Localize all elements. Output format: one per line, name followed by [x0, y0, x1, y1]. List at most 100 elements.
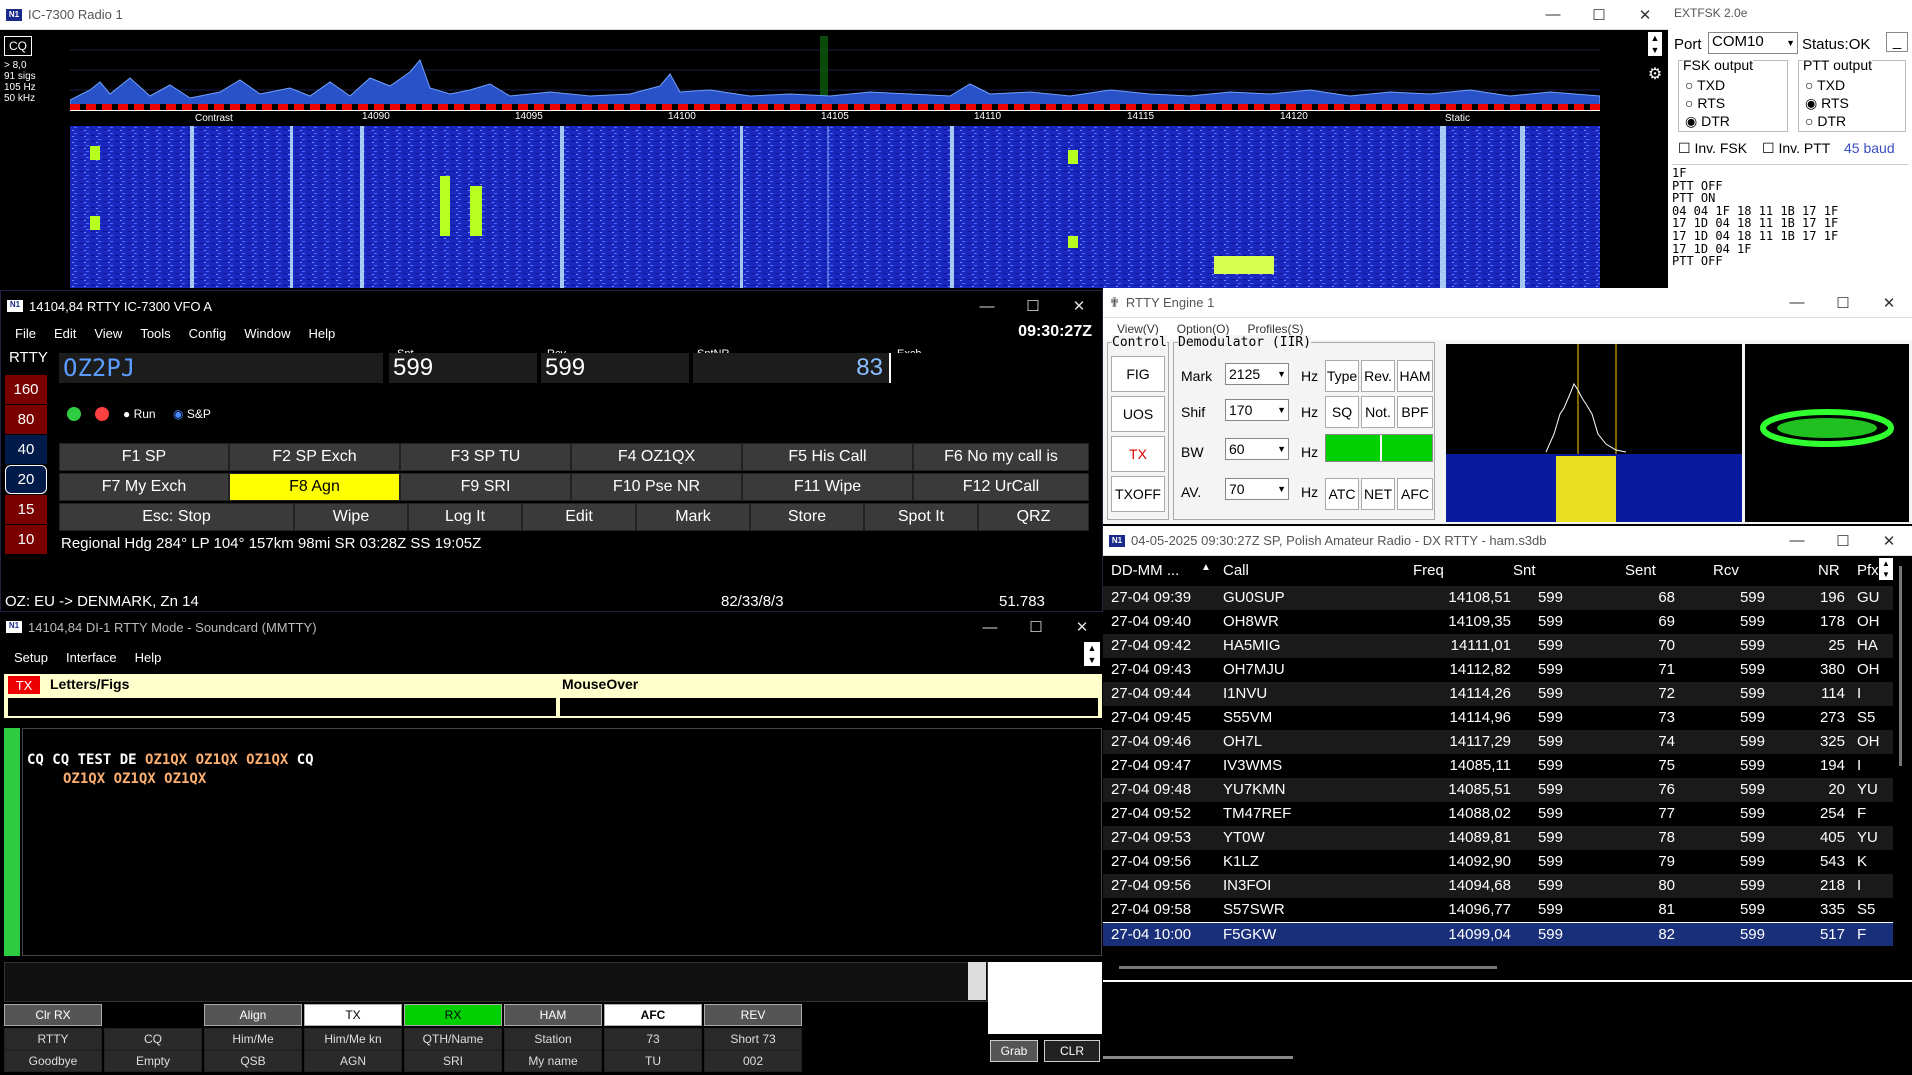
table-row[interactable]: 27-04 09:52 TM47REF 14088,02 599 77 599 254 F — [1103, 802, 1893, 826]
table-scroll-arrows[interactable]: ▲ ▼ — [1879, 558, 1893, 580]
spectrum-scroll-arrows[interactable]: ▲ ▼ — [1648, 32, 1662, 56]
afc-button[interactable]: AFC — [1397, 478, 1433, 510]
menu-config[interactable]: Config — [189, 326, 227, 341]
macro-clr-rx-button[interactable]: Clr RX — [4, 1004, 102, 1026]
bpf-button[interactable]: BPF — [1397, 396, 1433, 428]
macro-tu-button[interactable]: TU — [604, 1050, 702, 1072]
sq-button[interactable]: SQ — [1325, 396, 1359, 428]
header-rcv[interactable]: Rcv — [1713, 562, 1739, 579]
macro-my-name-button[interactable]: My name — [504, 1050, 602, 1072]
close-icon[interactable]: ✕ — [1866, 532, 1912, 550]
minimize-icon[interactable]: — — [964, 298, 1010, 315]
mark-button[interactable]: Mark — [636, 503, 750, 531]
bottom-scrollbar[interactable] — [1103, 1056, 1293, 1059]
exch-input[interactable] — [895, 353, 1091, 383]
fig-button[interactable]: FIG — [1111, 356, 1165, 392]
header-date[interactable]: DD-MM ... — [1111, 562, 1179, 579]
macro-short-73-button[interactable]: Short 73 — [704, 1028, 802, 1050]
macro-qsb-button[interactable]: QSB — [204, 1050, 302, 1072]
menu-tools[interactable]: Tools — [140, 326, 170, 341]
horizontal-scrollbar[interactable] — [1119, 966, 1497, 969]
menu-help[interactable]: Help — [309, 326, 336, 341]
f8-button[interactable]: F8 Agn — [229, 473, 400, 501]
macro-cq-button[interactable]: CQ — [104, 1028, 202, 1050]
f4-button[interactable]: F4 OZ1QX — [571, 443, 742, 471]
macro-tx-button[interactable]: TX — [304, 1004, 402, 1026]
rx-text-area[interactable]: CQ CQ TEST DE OZ1QX OZ1QX OZ1QX CQ OZ1QX… — [22, 728, 1102, 956]
menu-file[interactable]: File — [15, 326, 36, 341]
fsk-dtr-radio[interactable]: ◉ DTR — [1685, 113, 1730, 130]
log-it-button[interactable]: Log It — [408, 503, 522, 531]
net-button[interactable]: NET — [1361, 478, 1395, 510]
rcv-input[interactable]: 599 — [541, 353, 689, 383]
menu-view[interactable]: View(V) — [1117, 322, 1159, 336]
type-button[interactable]: Type — [1325, 360, 1359, 392]
scroll-arrows[interactable]: ▲ ▼ — [1084, 642, 1100, 666]
shift-select[interactable]: 170 ▼ — [1225, 399, 1289, 421]
header-snt[interactable]: Snt — [1513, 562, 1536, 579]
table-row[interactable]: 27-04 09:43 OH7MJU 14112,82 599 71 599 380 OH — [1103, 658, 1893, 682]
maximize-icon[interactable]: ☐ — [1820, 532, 1866, 550]
table-row[interactable]: 27-04 09:58 S57SWR 14096,77 599 81 599 335 S5 — [1103, 898, 1893, 922]
spectrum-display[interactable]: CQ > 8,0 91 sigs 105 Hz 50 kHz 14090 14095 … — [0, 30, 1668, 126]
header-sent[interactable]: Sent — [1625, 562, 1656, 579]
table-row[interactable]: 27-04 09:56 IN3FOI 14094,68 599 80 599 218 I — [1103, 874, 1893, 898]
f10-button[interactable]: F10 Pse NR — [571, 473, 742, 501]
minimize-icon[interactable]: — — [1774, 294, 1820, 311]
band-40-button[interactable]: 40 — [5, 435, 47, 464]
table-row[interactable]: 27-04 09:40 OH8WR 14109,35 599 69 599 178 OH — [1103, 610, 1893, 634]
grab-button[interactable]: Grab — [990, 1040, 1038, 1062]
sntnr-input[interactable]: 83 — [693, 353, 891, 383]
spot-it-button[interactable]: Spot It — [864, 503, 978, 531]
f2-button[interactable]: F2 SP Exch — [229, 443, 400, 471]
rev-button[interactable]: Rev. — [1361, 360, 1395, 392]
band-80-button[interactable]: 80 — [5, 405, 47, 434]
ptt-txd-radio[interactable]: ○ TXD — [1805, 77, 1845, 93]
table-row[interactable]: 27-04 09:46 OH7L 14117,29 599 74 599 325 OH — [1103, 730, 1893, 754]
maximize-icon[interactable]: ☐ — [1576, 6, 1622, 24]
menu-help[interactable]: Help — [135, 650, 162, 665]
f5-button[interactable]: F5 His Call — [742, 443, 913, 471]
macro-afc-button[interactable]: AFC — [604, 1004, 702, 1026]
edit-button[interactable]: Edit — [522, 503, 636, 531]
uos-button[interactable]: UOS — [1111, 396, 1165, 432]
table-row[interactable]: 27-04 09:39 GU0SUP 14108,51 599 68 599 196 GU — [1103, 586, 1893, 610]
atc-button[interactable]: ATC — [1325, 478, 1359, 510]
sp-radio[interactable]: ◉ S&P — [173, 407, 211, 421]
tx-scrollbar[interactable] — [968, 962, 986, 1000]
minimize-icon[interactable]: — — [1774, 532, 1820, 549]
header-pfx[interactable]: Pfx — [1857, 562, 1879, 579]
snt-input[interactable]: 599 — [389, 353, 537, 383]
wipe-button[interactable]: Wipe — [294, 503, 408, 531]
band-20-button[interactable]: 20 — [5, 465, 47, 494]
ptt-rts-radio[interactable]: ◉ RTS — [1805, 95, 1849, 112]
fsk-rts-radio[interactable]: ○ RTS — [1685, 95, 1725, 111]
callsign-input[interactable]: OZ2PJ — [59, 353, 383, 383]
store-button[interactable]: Store — [750, 503, 864, 531]
macro-align-button[interactable]: Align — [204, 1004, 302, 1026]
gear-icon[interactable]: ⚙ — [1644, 64, 1666, 86]
av-select[interactable]: 70 ▼ — [1225, 478, 1289, 500]
maximize-icon[interactable]: ☐ — [1010, 297, 1056, 315]
menu-option[interactable]: Option(O) — [1177, 322, 1230, 336]
ham-button[interactable]: HAM — [1397, 360, 1433, 392]
macro-agn-button[interactable]: AGN — [304, 1050, 402, 1072]
minimize-button[interactable]: _ — [1886, 32, 1908, 52]
bw-select[interactable]: 60 ▼ — [1225, 438, 1289, 460]
waterfall-display[interactable] — [0, 126, 1668, 288]
minimize-icon[interactable]: — — [967, 619, 1013, 636]
header-freq[interactable]: Freq — [1413, 562, 1444, 579]
letters-figs-field[interactable] — [8, 698, 556, 716]
table-row[interactable]: 27-04 09:42 HA5MIG 14111,01 599 70 599 25 HA — [1103, 634, 1893, 658]
menu-setup[interactable]: Setup — [14, 650, 48, 665]
macro-qth-name-button[interactable]: QTH/Name — [404, 1028, 502, 1050]
f3-button[interactable]: F3 SP TU — [400, 443, 571, 471]
mark-select[interactable]: 2125 ▼ — [1225, 363, 1289, 385]
vertical-scrollbar[interactable] — [1899, 566, 1902, 766]
table-row[interactable]: 27-04 09:45 S55VM 14114,96 599 73 599 273 S5 — [1103, 706, 1893, 730]
macro-station-button[interactable]: Station — [504, 1028, 602, 1050]
table-row[interactable]: 27-04 09:53 YT0W 14089,81 599 78 599 405 YU — [1103, 826, 1893, 850]
port-select[interactable]: COM10 ▼ — [1708, 32, 1798, 54]
f1-button[interactable]: F1 SP — [59, 443, 229, 471]
tx-text-area[interactable] — [4, 962, 988, 1002]
